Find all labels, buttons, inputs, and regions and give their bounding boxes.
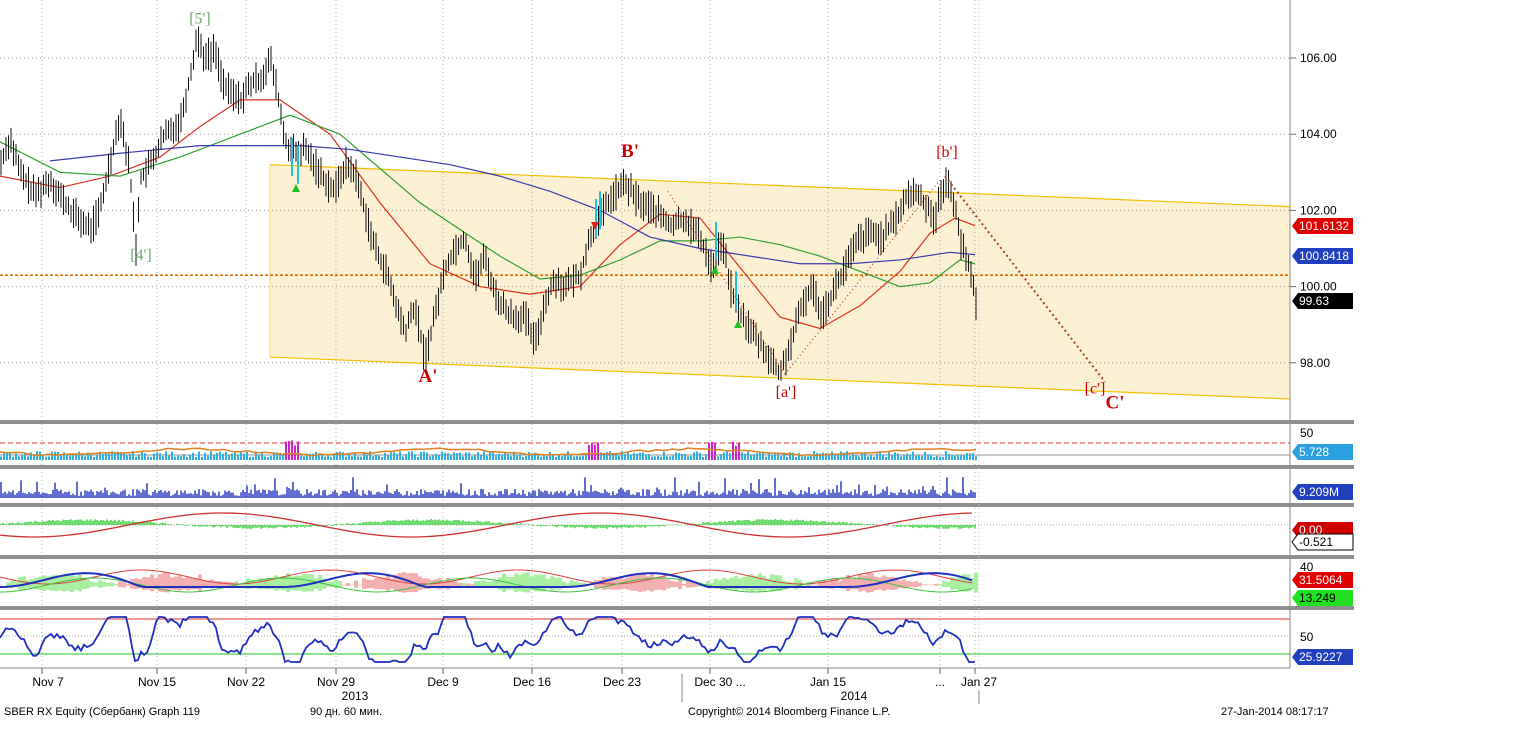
- x-axis-label: Jan 15: [810, 675, 846, 689]
- x-axis-label: Dec 23: [603, 675, 641, 689]
- price-value-badge: 101.6132: [1292, 218, 1353, 234]
- macd-badge: -0.521: [1291, 533, 1354, 551]
- indicator-1-tick: 50: [1300, 426, 1314, 440]
- price-axis-label: 106.00: [1300, 51, 1337, 65]
- value-badge-text: 99.63: [1299, 294, 1329, 308]
- x-axis-label: Nov 29: [317, 675, 355, 689]
- macd-panel: 0.00: [0, 512, 1324, 538]
- dmi-badge: 31.5064: [1292, 572, 1353, 588]
- rsi-badge: 25.9227: [1292, 649, 1353, 665]
- x-axis-label: Nov 22: [227, 675, 265, 689]
- volume-panel: [0, 477, 976, 498]
- x-axis-label: Dec 9: [427, 675, 459, 689]
- chart: [5'] [4'] A' B' [a'] [b'] [c']C' 106.00 104.00 10…: [0, 0, 1354, 704]
- panel-separator: [0, 465, 1354, 469]
- footer-period: 90 дн. 60 мин.: [310, 706, 383, 718]
- dmi-panel: 40: [0, 560, 1314, 593]
- indicator-1-badge: 5.728: [1292, 444, 1353, 460]
- panel-separator: [0, 555, 1354, 559]
- panel-separator: [0, 606, 1354, 610]
- value-badge-text: 13.249: [1299, 591, 1336, 605]
- value-badge-text: 31.5064: [1299, 573, 1343, 587]
- value-badge-text: 101.6132: [1299, 219, 1349, 233]
- x-axis-label: Dec 30 ...: [694, 675, 745, 689]
- indicator-1-panel: 50: [0, 426, 1314, 460]
- x-axis-label: ...: [935, 675, 945, 689]
- value-badge-text: -0.521: [1299, 535, 1333, 549]
- x-axis-label: Jan 27: [961, 675, 997, 689]
- volume-badge: 9.209M: [1292, 484, 1353, 500]
- rsi-line: [0, 616, 975, 664]
- value-badge-text: 100.8418: [1299, 249, 1349, 263]
- price-value-badge: 99.63: [1292, 293, 1353, 309]
- wave-label: C': [1106, 393, 1125, 414]
- wave-label: [5']: [189, 11, 211, 28]
- price-value-badge: 100.8418: [1292, 248, 1353, 264]
- footer-datetime: 27-Jan-2014 08:17:17: [1221, 706, 1329, 718]
- panel-separator: [0, 503, 1354, 507]
- footer-ticker: SBER RX Equity (Сбербанк) Graph 119: [4, 706, 200, 718]
- value-badge-text: 5.728: [1299, 445, 1329, 459]
- rsi-tick: 50: [1300, 630, 1314, 644]
- price-axis-label: 98.00: [1300, 356, 1330, 370]
- wave-label: [4']: [130, 247, 152, 264]
- panel-separator: [0, 420, 1354, 424]
- year-label: 2013: [342, 689, 369, 703]
- x-axis-label: Nov 7: [32, 675, 64, 689]
- price-axis-label: 104.00: [1300, 127, 1337, 141]
- x-axis-label: Dec 16: [513, 675, 551, 689]
- price-axis-label: 100.00: [1300, 280, 1337, 294]
- wave-label: A': [419, 366, 438, 387]
- x-axis-label: Nov 15: [138, 675, 176, 689]
- wave-label: [c']: [1085, 380, 1106, 397]
- wave-label: [a']: [776, 384, 797, 401]
- dmi-tick: 40: [1300, 560, 1314, 574]
- wave-label: B': [621, 141, 639, 162]
- dmi-badge: 13.249: [1292, 590, 1353, 606]
- value-badge-text: 25.9227: [1299, 650, 1343, 664]
- value-badge-text: 9.209M: [1299, 485, 1339, 499]
- wave-label: [b']: [936, 144, 958, 161]
- year-label: 2014: [841, 689, 868, 703]
- rsi-panel: 50: [0, 616, 1314, 664]
- footer-copyright: Copyright© 2014 Bloomberg Finance L.P.: [688, 706, 891, 718]
- price-axis-label: 102.00: [1300, 203, 1337, 217]
